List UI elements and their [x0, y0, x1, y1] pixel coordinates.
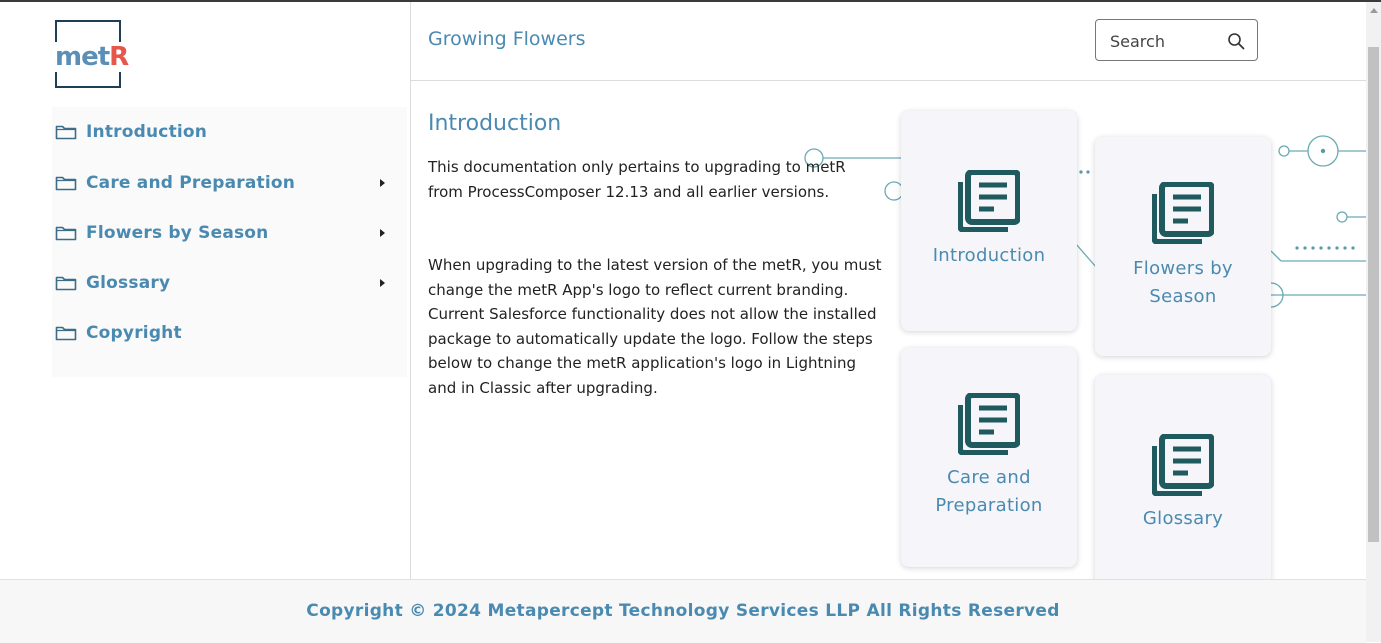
book-icon: [958, 393, 1020, 455]
folder-icon: [55, 176, 77, 191]
sidebar: metR Introduction Care and Preparation F…: [0, 2, 411, 579]
copyright-text: Copyright © 2024 Metapercept Technology …: [306, 601, 1060, 621]
card-flowers-by-season[interactable]: Flowers by Season: [1095, 137, 1271, 356]
sidebar-item-copyright[interactable]: Copyright: [52, 316, 397, 350]
card-glossary[interactable]: Glossary: [1095, 375, 1271, 579]
card-label: Glossary: [1142, 508, 1224, 529]
card-label: Care and Preparation: [935, 467, 1043, 516]
logo-text-r: R: [109, 42, 129, 72]
intro-paragraph: This documentation only pertains to upgr…: [428, 158, 846, 201]
logo-text-met: met: [55, 42, 110, 72]
sidebar-item-label: Flowers by Season: [86, 223, 269, 243]
scrollbar-thumb[interactable]: [1368, 47, 1379, 542]
metr-logo[interactable]: metR: [53, 20, 131, 88]
sidebar-item-label: Glossary: [86, 273, 171, 293]
sidebar-item-label: Care and Preparation: [86, 173, 296, 193]
page-title: Growing Flowers: [428, 28, 586, 50]
section-title: Introduction: [428, 111, 562, 136]
footer: Copyright © 2024 Metapercept Technology …: [0, 579, 1366, 643]
sidebar-item-flowers-by-season[interactable]: Flowers by Season: [52, 216, 397, 250]
sidebar-item-glossary[interactable]: Glossary: [52, 266, 397, 300]
card-care-and-preparation[interactable]: Care and Preparation: [901, 348, 1077, 567]
main-content: Introduction This documentation only per…: [411, 81, 1366, 579]
sidebar-item-label: Copyright: [86, 323, 182, 343]
card-introduction[interactable]: Introduction: [901, 111, 1077, 331]
card-label: Flowers by Season: [1133, 258, 1233, 307]
sidebar-item-introduction[interactable]: Introduction: [52, 115, 397, 149]
page-header: Growing Flowers: [411, 2, 1366, 81]
book-icon: [1152, 434, 1214, 496]
upgrade-paragraph: When upgrading to the latest version of …: [428, 256, 882, 397]
scrollbar[interactable]: [1366, 2, 1381, 642]
card-label: Introduction: [932, 245, 1046, 266]
folder-icon: [55, 125, 77, 140]
caret-right-icon[interactable]: [380, 279, 385, 287]
book-icon: [1152, 182, 1214, 244]
folder-icon: [55, 326, 77, 341]
book-icon: [958, 170, 1020, 232]
sidebar-nav: Introduction Care and Preparation Flower…: [52, 107, 407, 377]
search-box[interactable]: [1095, 19, 1258, 61]
scroll-up-icon[interactable]: [1370, 8, 1378, 13]
caret-right-icon[interactable]: [380, 229, 385, 237]
sidebar-item-care-and-preparation[interactable]: Care and Preparation: [52, 166, 397, 200]
folder-icon: [55, 276, 77, 291]
folder-icon: [55, 226, 77, 241]
search-input[interactable]: [1108, 29, 1222, 53]
sidebar-item-label: Introduction: [86, 122, 208, 142]
caret-right-icon[interactable]: [380, 179, 385, 187]
search-icon[interactable]: [1227, 32, 1245, 50]
